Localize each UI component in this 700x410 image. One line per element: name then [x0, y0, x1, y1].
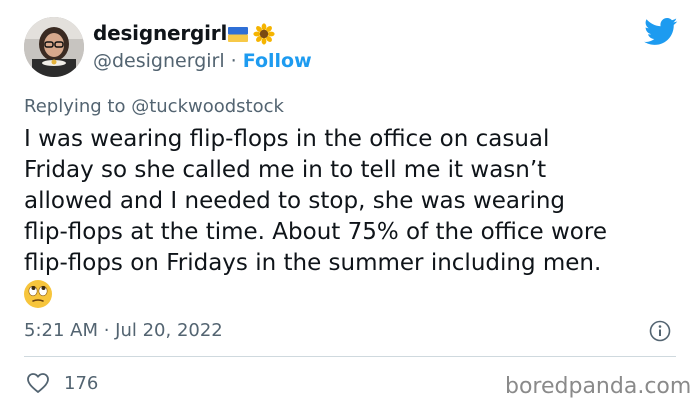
divider: [24, 356, 676, 357]
ukraine-flag-icon: [228, 27, 248, 42]
heart-icon[interactable]: [26, 372, 50, 394]
face-with-rolling-eyes-icon: [24, 280, 52, 308]
likes-count[interactable]: 176: [64, 373, 98, 394]
timestamp[interactable]: 5:21 AM · Jul 20, 2022: [24, 320, 223, 341]
avatar[interactable]: [24, 17, 84, 77]
twitter-bird-icon[interactable]: [644, 18, 678, 46]
tweet-text: I was wearing flip-flops in the office o…: [24, 126, 607, 276]
handle[interactable]: @designergirl: [93, 50, 225, 72]
replying-prefix: Replying to: [24, 96, 132, 117]
sunflower-icon: [253, 23, 275, 45]
display-name[interactable]: designergirl: [93, 21, 227, 45]
handle-separator: ·: [224, 50, 243, 72]
follow-button[interactable]: Follow: [243, 50, 312, 72]
handle-line: @designergirl · Follow: [93, 50, 312, 72]
avatar-image: [24, 17, 84, 77]
watermark: boredpanda.com: [505, 374, 692, 399]
replying-to: Replying to @tuckwoodstock: [24, 96, 284, 117]
info-icon[interactable]: [649, 320, 671, 342]
tweet-card: designergirl @designergirl · Follow Repl…: [0, 0, 700, 410]
reply-mention-link[interactable]: @tuckwoodstock: [131, 96, 284, 117]
